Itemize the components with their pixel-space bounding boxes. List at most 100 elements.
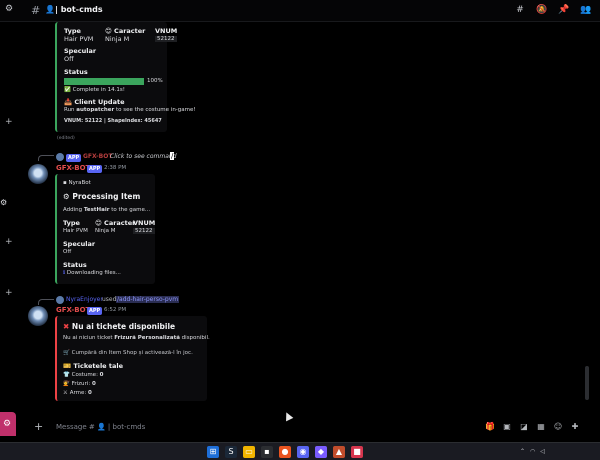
- adding-text: Adding TestHair to the game...: [63, 207, 151, 213]
- caracter-value: Ninja M: [95, 228, 116, 234]
- bot-icon: ▪: [63, 180, 67, 186]
- scrollbar[interactable]: [585, 366, 589, 400]
- build-embed: Type Hair PVM 😊 Caracter Ninja M VNUM 52…: [55, 22, 196, 132]
- pin-icon[interactable]: 📌: [558, 4, 570, 16]
- face-icon: 😊: [105, 27, 112, 35]
- reply-avatar: [56, 153, 64, 161]
- gif-icon[interactable]: ▣: [502, 422, 512, 431]
- os-taskbar: ⊞ S ▭ ▪ ● ◉ ◆ ▲ ■ ⌃ ◠ ◁: [0, 442, 600, 460]
- reply-connector: [38, 299, 54, 305]
- gear-icon[interactable]: ⚙: [0, 198, 16, 212]
- specular-label: Specular: [64, 47, 97, 55]
- avatar[interactable]: [28, 164, 48, 184]
- sticker-icon[interactable]: ◪: [519, 422, 529, 431]
- type-label: Type: [64, 27, 81, 35]
- shop-text: 🛒 Cumpără din Item Shop și activează-l î…: [63, 350, 193, 356]
- progress-bar: [64, 78, 144, 85]
- browser-icon[interactable]: ●: [279, 446, 291, 458]
- client-update-label: 📥 Client Update: [64, 98, 125, 106]
- specular-value: Off: [64, 55, 74, 63]
- sidebar-toggle-icon[interactable]: ⚙: [5, 4, 13, 14]
- run-instruction: Run autopatcher to see the costume in-ga…: [64, 107, 196, 113]
- status-value: ℹ Downloading files...: [63, 270, 121, 276]
- left-rail: + + + ⚙: [0, 22, 22, 412]
- timestamp: 6:52 PM: [104, 307, 127, 313]
- start-icon[interactable]: ⊞: [207, 446, 219, 458]
- mute-icon[interactable]: 🔕: [536, 4, 548, 16]
- reply-used: used: [102, 296, 117, 303]
- reply-avatar: [56, 296, 64, 304]
- reply-text[interactable]: Click to see command: [110, 153, 177, 160]
- processing-embed: ▪ NyraBot ⚙ Processing Item Adding TestH…: [55, 174, 155, 284]
- cart-icon: 🛒: [63, 350, 70, 356]
- ticket-costume: 👕 Costume: 0: [63, 372, 104, 378]
- apps-icon[interactable]: ▦: [536, 422, 546, 431]
- app-badge: APP: [87, 307, 103, 315]
- package-icon: 📥: [64, 98, 73, 106]
- discord-icon[interactable]: ◉: [297, 446, 309, 458]
- channel-name: | bot-cmds: [55, 5, 103, 14]
- info-icon: ℹ: [63, 270, 66, 276]
- type-value: Hair PVM: [64, 35, 94, 43]
- user-settings-button[interactable]: ⚙: [0, 412, 16, 436]
- caracter-value: Ninja M: [105, 35, 130, 43]
- tickets-embed: ✖ Nu ai tichete disponibile Nu ai niciun…: [55, 316, 210, 401]
- volume-icon[interactable]: ◁: [540, 448, 545, 455]
- members-icon[interactable]: 👥: [580, 4, 592, 16]
- face-icon: 😊: [95, 219, 102, 227]
- vnum-label: VNUM: [155, 27, 178, 35]
- message-composer: + Message # 👤 | bot-cmds 🎁 ▣ ◪ ▦ ☺ ✚: [22, 416, 600, 438]
- progress-fill: [64, 78, 144, 85]
- vnum-label: VNUM: [133, 219, 156, 227]
- vnum-value: 52122: [155, 36, 177, 42]
- caracter-label: 😊 Caracter: [105, 27, 146, 35]
- app-icon[interactable]: ◆: [315, 446, 327, 458]
- reply-bot-name[interactable]: GFX-BOT: [83, 153, 112, 160]
- wifi-icon[interactable]: ◠: [530, 448, 535, 455]
- embed-title: ⚙ Processing Item: [63, 192, 141, 201]
- hash-icon: #: [31, 4, 41, 17]
- app-icon[interactable]: ▲: [333, 446, 345, 458]
- gear-icon: ⚙: [63, 192, 70, 201]
- steam-icon[interactable]: S: [225, 446, 237, 458]
- attach-button[interactable]: +: [34, 420, 43, 433]
- reply-command[interactable]: /add-hair-perso-pvm: [116, 296, 180, 303]
- complete-text: ✅ Complete in 14.1s!: [64, 87, 125, 93]
- add-icon[interactable]: +: [5, 288, 13, 298]
- reply-user[interactable]: NyraEnjoyer: [66, 296, 103, 303]
- check-icon: ✅: [64, 87, 71, 93]
- type-label: Type: [63, 219, 80, 227]
- tickets-title: 🎫 Ticketele tale: [63, 362, 123, 370]
- chevron-up-icon[interactable]: ⌃: [520, 448, 525, 455]
- emoji-icon[interactable]: ☺: [553, 422, 563, 431]
- slash-command-icon: /: [170, 152, 175, 160]
- cross-icon: ✖: [63, 322, 70, 331]
- person-icon: 👤: [45, 5, 55, 14]
- progress-text: 100%: [147, 78, 163, 84]
- costume-icon: 👕: [63, 372, 70, 378]
- embed-title: ✖ Nu ai tichete disponibile: [63, 322, 176, 331]
- status-label: Status: [64, 68, 88, 76]
- threads-icon[interactable]: #: [514, 4, 526, 16]
- terminal-icon[interactable]: ▪: [261, 446, 273, 458]
- activity-icon[interactable]: ✚: [570, 422, 580, 431]
- status-label: Status: [63, 261, 87, 269]
- add-icon[interactable]: +: [5, 237, 13, 247]
- app-icon[interactable]: ■: [351, 446, 363, 458]
- bot-name[interactable]: GFX-BOT: [56, 306, 90, 314]
- hair-icon: 💇: [63, 381, 70, 387]
- type-value: Hair PVM: [63, 228, 88, 234]
- folder-icon[interactable]: ▭: [243, 446, 255, 458]
- ticket-frizuri: 💇 Frizuri: 0: [63, 381, 96, 387]
- avatar[interactable]: [28, 306, 48, 326]
- bot-name[interactable]: GFX-BOT: [56, 164, 90, 172]
- reply-connector: [38, 155, 54, 161]
- add-icon[interactable]: +: [5, 117, 13, 127]
- message-input[interactable]: Message # 👤 | bot-cmds: [56, 423, 145, 431]
- app-badge: APP: [87, 165, 103, 173]
- message-list: Type Hair PVM 😊 Caracter Ninja M VNUM 52…: [22, 22, 582, 412]
- vnum-value: 52122: [133, 228, 155, 234]
- gift-icon[interactable]: 🎁: [485, 422, 495, 431]
- timestamp: 2:38 PM: [104, 165, 127, 171]
- embed-footer: VNUM: 52122 | ShapeIndex: 45647: [64, 118, 162, 124]
